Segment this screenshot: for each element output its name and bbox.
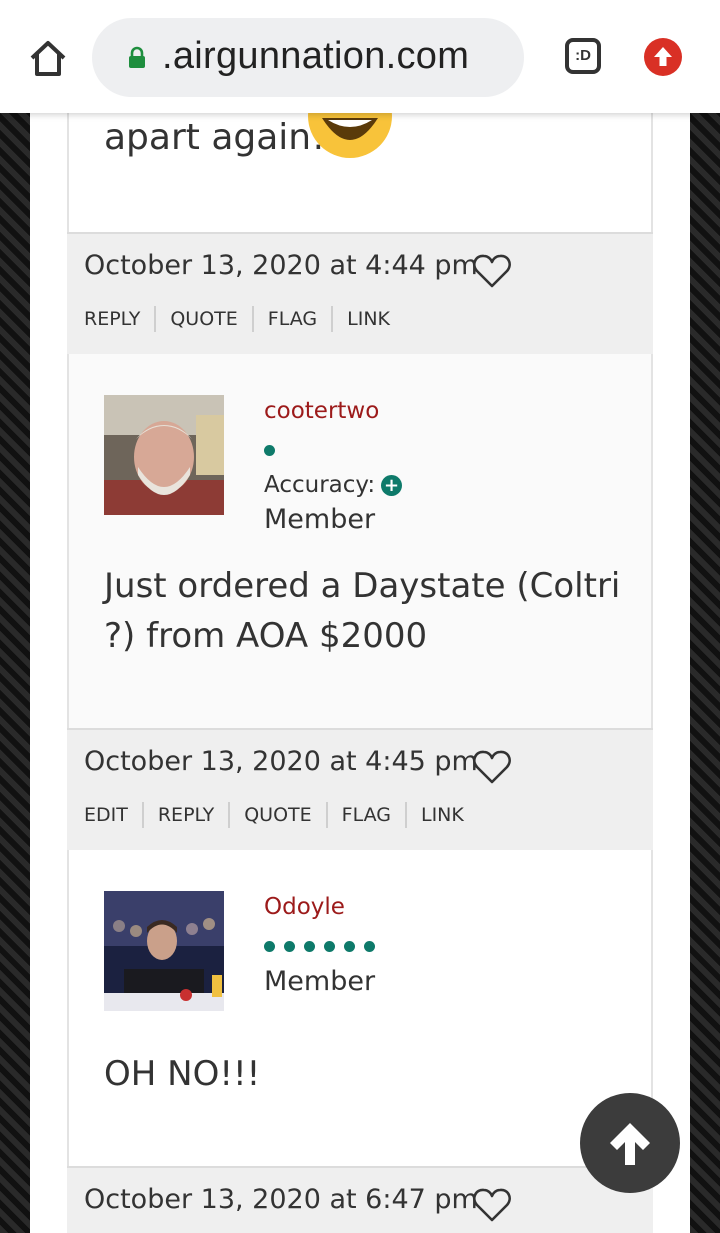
rank-dot [304,941,315,952]
rank-dot [364,941,375,952]
avatar-cootertwo[interactable] [104,395,224,515]
lock-icon [129,46,145,68]
home-icon[interactable] [26,36,70,80]
post-date: October 13, 2020 at 6:47 pm [84,1184,478,1215]
rank-dot [344,941,355,952]
update-button[interactable] [644,38,682,76]
post-text-tail: apart again! [104,117,326,158]
member-role: Member [264,966,376,997]
quote-link[interactable]: QUOTE [154,306,251,332]
carbon-background-right [690,0,720,1233]
accuracy-label: Accuracy: + [264,472,403,498]
rank-dot [284,941,295,952]
url-text: .airgunnation.com [162,35,470,77]
reply-link[interactable]: REPLY [141,802,228,828]
author-name[interactable]: Odoyle [264,894,345,920]
post-message: Just ordered a Daystate (Coltri ?) from … [104,566,621,656]
heart-icon[interactable] [472,1187,512,1223]
post-actions: EDIT REPLY QUOTE FLAG LINK [84,802,478,828]
arrow-up-circle-icon [654,47,672,66]
scroll-top-button[interactable] [580,1093,680,1193]
rank-dots [264,941,375,952]
post-message: OH NO!!! [104,1054,261,1094]
browser-toolbar: .airgunnation.com :D [0,0,720,113]
address-bar[interactable]: .airgunnation.com [92,18,524,97]
permalink-link[interactable]: LINK [404,802,478,828]
rank-dot [324,941,335,952]
post-meta-bar: October 13, 2020 at 4:45 pm EDIT REPLY Q… [67,728,653,850]
post-date: October 13, 2020 at 4:45 pm [84,746,478,777]
flag-link[interactable]: FLAG [325,802,405,828]
permalink-link[interactable]: LINK [331,306,404,332]
post-date: October 13, 2020 at 4:44 pm [84,250,478,281]
plus-icon[interactable]: + [381,475,403,496]
author-name[interactable]: cootertwo [264,398,379,424]
edit-link[interactable]: EDIT [84,802,142,828]
member-role: Member [264,504,376,535]
post-actions: REPLY QUOTE FLAG LINK [84,306,404,332]
carbon-background-left [0,0,30,1233]
flag-link[interactable]: FLAG [251,306,331,332]
heart-icon[interactable] [472,749,512,785]
tab-switcher-button[interactable]: :D [565,38,601,74]
rank-dot [264,445,275,456]
rank-dot [264,941,275,952]
arrow-up-icon [610,1123,650,1165]
post-meta-bar: October 13, 2020 at 4:44 pm REPLY QUOTE … [67,232,653,354]
post-meta-bar: October 13, 2020 at 6:47 pm [67,1166,653,1233]
accuracy-text: Accuracy: [264,472,376,498]
heart-icon[interactable] [472,253,512,289]
quote-link[interactable]: QUOTE [228,802,325,828]
avatar-odoyle[interactable] [104,891,224,1011]
reply-link[interactable]: REPLY [84,306,154,332]
